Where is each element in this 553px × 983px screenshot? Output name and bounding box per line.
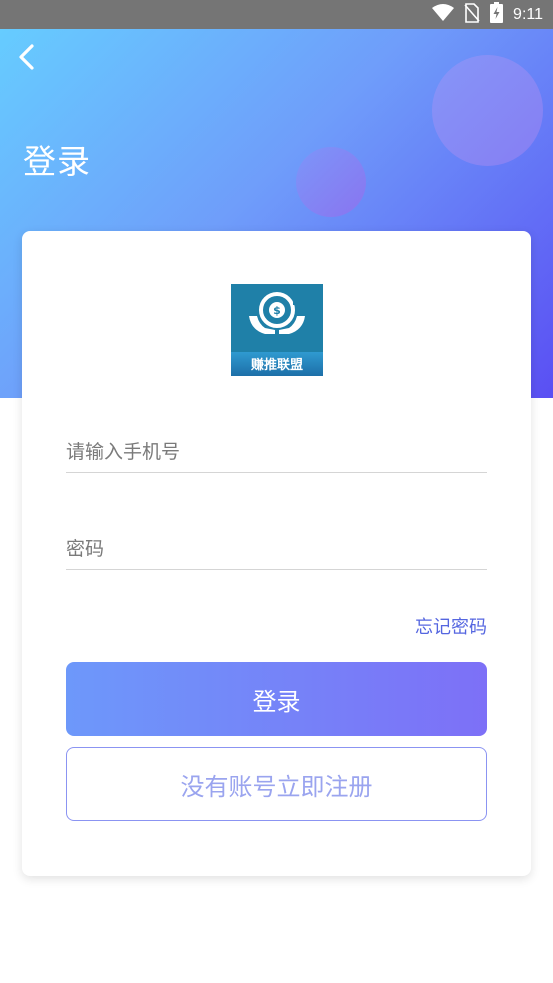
logo-text: 赚推联盟 bbox=[250, 358, 303, 373]
no-sim-icon bbox=[464, 2, 480, 27]
app-logo: $ 赚推联盟 bbox=[231, 284, 323, 376]
status-icons: 9:11 bbox=[432, 0, 543, 29]
login-button[interactable]: 登录 bbox=[66, 662, 487, 736]
decorative-bubble bbox=[296, 147, 366, 217]
status-time: 9:11 bbox=[513, 5, 543, 23]
wifi-icon bbox=[432, 3, 455, 26]
forgot-password-link[interactable]: 忘记密码 bbox=[415, 613, 487, 639]
phone-input[interactable] bbox=[66, 432, 487, 472]
back-button[interactable] bbox=[12, 41, 44, 73]
page-title: 登录 bbox=[23, 142, 91, 181]
register-button[interactable]: 没有账号立即注册 bbox=[66, 747, 487, 821]
password-input[interactable] bbox=[66, 529, 487, 569]
chevron-left-icon bbox=[12, 44, 44, 77]
password-field[interactable] bbox=[66, 529, 487, 570]
status-bar: 9:11 bbox=[0, 0, 553, 29]
hands-coin-icon: $ bbox=[249, 292, 305, 334]
decorative-bubble bbox=[432, 55, 543, 166]
login-card: $ 赚推联盟 忘记密码 登录 没有账号立即注册 bbox=[22, 231, 531, 876]
battery-charging-icon bbox=[490, 2, 504, 27]
phone-field[interactable] bbox=[66, 432, 487, 473]
svg-text:$: $ bbox=[273, 304, 281, 317]
